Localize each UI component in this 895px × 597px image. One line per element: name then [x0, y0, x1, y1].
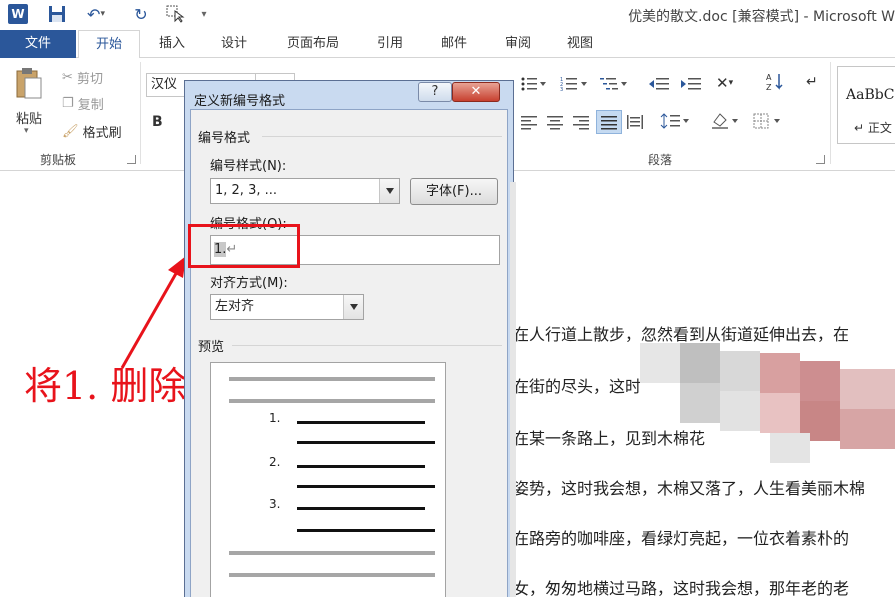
annotation-text: 将1. 删除: [24, 364, 187, 408]
number-format-section-label: 编号格式: [198, 131, 251, 146]
section-divider: [232, 345, 502, 346]
preview-text-line: [297, 485, 435, 488]
preview-number: 2.: [269, 455, 281, 469]
annotation-highlight-box: [188, 224, 300, 268]
preview-text-line: [297, 465, 425, 468]
preview-text-line: [297, 441, 435, 444]
alignment-combo[interactable]: 左对齐: [210, 294, 364, 320]
preview-gray-line: [229, 399, 435, 403]
preview-number: 1.: [269, 411, 281, 425]
chevron-down-icon[interactable]: [343, 295, 363, 319]
numbering-preview: 1. 2. 3.: [210, 362, 446, 597]
alignment-value: 左对齐: [215, 299, 255, 314]
number-style-value: 1, 2, 3, ...: [215, 183, 278, 198]
number-style-label: 编号样式(N):: [210, 159, 287, 174]
preview-gray-line: [229, 377, 435, 381]
font-button[interactable]: 字体(F)...: [410, 178, 498, 205]
preview-gray-line: [229, 573, 435, 577]
preview-section-label: 预览: [198, 340, 225, 355]
preview-number: 3.: [269, 497, 281, 511]
number-style-combo[interactable]: 1, 2, 3, ...: [210, 178, 400, 204]
chevron-down-icon[interactable]: [379, 179, 399, 203]
preview-text-line: [297, 421, 425, 424]
preview-text-line: [297, 529, 435, 532]
dialog-scrollbar[interactable]: [510, 182, 516, 597]
preview-text-line: [297, 507, 425, 510]
section-divider: [262, 136, 502, 137]
help-button[interactable]: ?: [418, 82, 452, 102]
alignment-label: 对齐方式(M):: [210, 276, 288, 291]
preview-gray-line: [229, 551, 435, 555]
close-button[interactable]: ✕: [452, 82, 500, 102]
dialog-title: 定义新编号格式: [194, 94, 286, 109]
